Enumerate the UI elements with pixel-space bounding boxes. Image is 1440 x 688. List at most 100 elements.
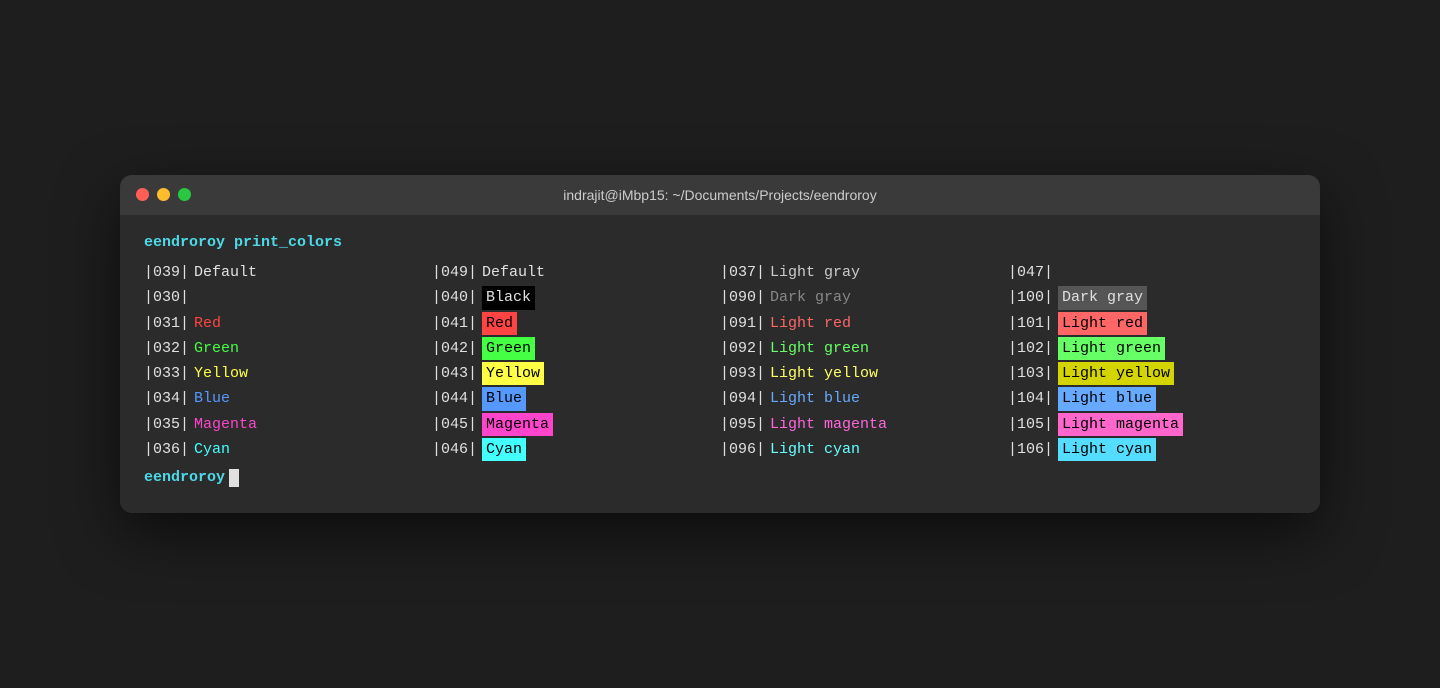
- color-label: Green: [482, 337, 535, 360]
- color-code: |043|: [432, 362, 482, 385]
- color-code: |031|: [144, 312, 194, 335]
- column-2: |037|Light gray|090|Dark gray|091|Light …: [720, 260, 1008, 462]
- table-row: |040|Black: [432, 285, 720, 310]
- minimize-button[interactable]: [157, 188, 170, 201]
- table-row: |041|Red: [432, 311, 720, 336]
- color-label: Yellow: [194, 362, 248, 385]
- color-code: |049|: [432, 261, 482, 284]
- color-label: Light cyan: [1058, 438, 1156, 461]
- color-label: Light green: [770, 337, 869, 360]
- color-code: |105|: [1008, 413, 1058, 436]
- table-row: |043|Yellow: [432, 361, 720, 386]
- maximize-button[interactable]: [178, 188, 191, 201]
- color-code: |103|: [1008, 362, 1058, 385]
- color-table: |039|Default|030||031|Red|032|Green|033|…: [144, 260, 1296, 462]
- table-row: |091|Light red: [720, 311, 1008, 336]
- color-label: Red: [194, 312, 221, 335]
- table-row: |039|Default: [144, 260, 432, 285]
- color-label: Cyan: [482, 438, 526, 461]
- color-label: Light yellow: [770, 362, 878, 385]
- color-label: Light blue: [1058, 387, 1156, 410]
- color-code: |037|: [720, 261, 770, 284]
- color-label: Cyan: [194, 438, 230, 461]
- close-button[interactable]: [136, 188, 149, 201]
- color-code: |039|: [144, 261, 194, 284]
- color-label: Magenta: [194, 413, 257, 436]
- terminal-window: indrajit@iMbp15: ~/Documents/Projects/ee…: [120, 175, 1320, 514]
- color-label: Light green: [1058, 337, 1165, 360]
- titlebar: indrajit@iMbp15: ~/Documents/Projects/ee…: [120, 175, 1320, 215]
- color-code: |046|: [432, 438, 482, 461]
- color-label: Light magenta: [770, 413, 887, 436]
- table-row: |036|Cyan: [144, 437, 432, 462]
- table-row: |049|Default: [432, 260, 720, 285]
- table-row: |042|Green: [432, 336, 720, 361]
- color-label: Light yellow: [1058, 362, 1174, 385]
- table-row: |046|Cyan: [432, 437, 720, 462]
- column-0: |039|Default|030||031|Red|032|Green|033|…: [144, 260, 432, 462]
- table-row: |094|Light blue: [720, 386, 1008, 411]
- table-row: |047|: [1008, 260, 1296, 285]
- color-code: |094|: [720, 387, 770, 410]
- color-label: Dark gray: [770, 286, 851, 309]
- color-code: |045|: [432, 413, 482, 436]
- color-code: |091|: [720, 312, 770, 335]
- color-label: Black: [482, 286, 535, 309]
- color-label: Blue: [194, 387, 230, 410]
- color-label: Default: [482, 261, 545, 284]
- table-row: |090|Dark gray: [720, 285, 1008, 310]
- color-code: |100|: [1008, 286, 1058, 309]
- color-code: |040|: [432, 286, 482, 309]
- table-row: |034|Blue: [144, 386, 432, 411]
- table-row: |100|Dark gray: [1008, 285, 1296, 310]
- color-label: Light blue: [770, 387, 860, 410]
- table-row: |037|Light gray: [720, 260, 1008, 285]
- traffic-lights: [136, 188, 191, 201]
- color-code: |044|: [432, 387, 482, 410]
- color-code: |034|: [144, 387, 194, 410]
- color-code: |032|: [144, 337, 194, 360]
- table-row: |096|Light cyan: [720, 437, 1008, 462]
- color-label: Light red: [1058, 312, 1147, 335]
- table-row: |031|Red: [144, 311, 432, 336]
- color-code: |033|: [144, 362, 194, 385]
- color-code: |036|: [144, 438, 194, 461]
- command-line: eendroroy print_colors: [144, 231, 1296, 254]
- color-code: |106|: [1008, 438, 1058, 461]
- color-label: Green: [194, 337, 239, 360]
- color-code: |101|: [1008, 312, 1058, 335]
- table-row: |044|Blue: [432, 386, 720, 411]
- color-code: |042|: [432, 337, 482, 360]
- color-label: Light cyan: [770, 438, 860, 461]
- color-label: Light magenta: [1058, 413, 1183, 436]
- color-label: Blue: [482, 387, 526, 410]
- color-code: |035|: [144, 413, 194, 436]
- column-3: |047||100|Dark gray|101|Light red|102|Li…: [1008, 260, 1296, 462]
- color-label: Default: [194, 261, 257, 284]
- table-row: |103|Light yellow: [1008, 361, 1296, 386]
- color-code: |090|: [720, 286, 770, 309]
- table-row: |105|Light magenta: [1008, 412, 1296, 437]
- table-row: |106|Light cyan: [1008, 437, 1296, 462]
- table-row: |092|Light green: [720, 336, 1008, 361]
- table-row: |104|Light blue: [1008, 386, 1296, 411]
- color-code: |102|: [1008, 337, 1058, 360]
- terminal-body: eendroroy print_colors |039|Default|030|…: [120, 215, 1320, 514]
- color-code: |095|: [720, 413, 770, 436]
- table-row: |093|Light yellow: [720, 361, 1008, 386]
- color-code: |047|: [1008, 261, 1058, 284]
- color-code: |030|: [144, 286, 194, 309]
- column-1: |049|Default|040|Black|041|Red|042|Green…: [432, 260, 720, 462]
- table-row: |101|Light red: [1008, 311, 1296, 336]
- color-code: |096|: [720, 438, 770, 461]
- table-row: |030|: [144, 285, 432, 310]
- table-row: |102|Light green: [1008, 336, 1296, 361]
- color-code: |041|: [432, 312, 482, 335]
- color-label: Light gray: [770, 261, 860, 284]
- cursor: [229, 469, 239, 487]
- color-label: Yellow: [482, 362, 544, 385]
- table-row: |033|Yellow: [144, 361, 432, 386]
- color-code: |092|: [720, 337, 770, 360]
- color-code: |093|: [720, 362, 770, 385]
- window-title: indrajit@iMbp15: ~/Documents/Projects/ee…: [563, 187, 876, 203]
